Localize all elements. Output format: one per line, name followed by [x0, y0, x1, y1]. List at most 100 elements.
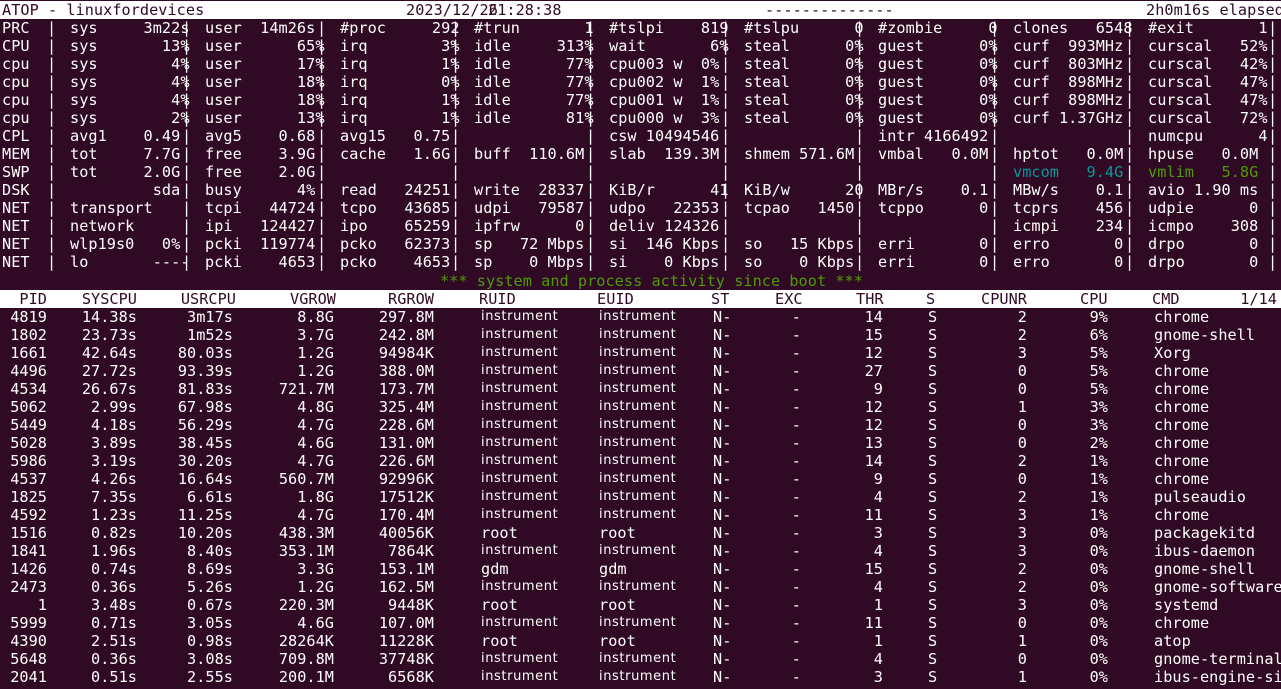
column-header-s[interactable]: S: [926, 290, 935, 308]
cell-cmd: chrome: [1154, 470, 1210, 488]
cell-cpunr: 0: [1017, 416, 1027, 434]
column-header-euid[interactable]: EUID: [597, 290, 634, 308]
cell-ruid: instrument: [481, 327, 559, 342]
column-header-st[interactable]: ST: [711, 290, 729, 308]
cell-ruid: instrument: [481, 507, 559, 522]
stat-cell: pcko 4653: [340, 253, 451, 271]
process-row[interactable]: 4592 1.23s 11.25s 4.7G 170.4M instrument instr…: [0, 506, 1281, 524]
cell-cpu: 3%: [1089, 398, 1108, 416]
cell-pid: 5999: [10, 614, 47, 632]
cell-usrcpu: 56.29s: [177, 416, 233, 434]
stat-cell: curscal 72%: [1148, 109, 1268, 127]
column-separator: |: [317, 163, 327, 181]
process-row[interactable]: 4496 27.72s 93.39s 1.2G 388.0M instrument inst…: [0, 362, 1281, 380]
process-row[interactable]: 5062 2.99s 67.98s 4.8G 325.4M instrument instr…: [0, 398, 1281, 416]
column-header-thr[interactable]: THR: [856, 290, 884, 308]
column-header-ruid[interactable]: RUID: [479, 290, 516, 308]
column-separator: |: [1125, 163, 1135, 181]
column-header-cpunr[interactable]: CPUNR: [981, 290, 1027, 308]
stat-cell: steal 0%: [744, 37, 864, 55]
cell-exc: -: [791, 434, 801, 452]
cell-euid: instrument: [599, 327, 677, 342]
stat-cell: irq 3%: [340, 37, 460, 55]
stat-cell: MBr/s 0.1: [878, 181, 989, 199]
column-header-syscpu[interactable]: SYSCPU: [82, 290, 137, 308]
column-separator: |: [1268, 109, 1278, 127]
cell-syscpu: 3.19s: [91, 452, 137, 470]
process-row[interactable]: 1841 1.96s 8.40s 353.1M 7864K instrument instr…: [0, 542, 1281, 560]
cell-st: N-: [713, 632, 732, 650]
column-separator: |: [1268, 127, 1278, 145]
column-separator: |: [990, 127, 1000, 145]
process-row[interactable]: 1825 7.35s 6.61s 1.8G 17512K instrument instru…: [0, 488, 1281, 506]
column-separator: |: [586, 145, 596, 163]
cell-syscpu: 3.89s: [91, 434, 137, 452]
atop-terminal[interactable]: ATOP - linuxfordevices 2023/12/26 21:28:…: [0, 0, 1281, 689]
column-header-cpu[interactable]: CPU: [1080, 290, 1108, 308]
process-row[interactable]: 5028 3.89s 38.45s 4.6G 131.0M instrument instr…: [0, 434, 1281, 452]
column-header-pid[interactable]: PID: [19, 290, 47, 308]
cell-exc: -: [791, 578, 801, 596]
cell-syscpu: 4.18s: [91, 416, 137, 434]
cell-pid: 2041: [10, 668, 47, 686]
cell-cpunr: 3: [1017, 596, 1027, 614]
cell-rgrow: 107.0M: [378, 614, 434, 632]
process-row[interactable]: 5449 4.18s 56.29s 4.7G 228.6M instrument instr…: [0, 416, 1281, 434]
process-row[interactable]: 5999 0.71s 3.05s 4.6G 107.0M instrument instru…: [0, 614, 1281, 632]
process-row[interactable]: 4819 14.38s 3m17s 8.8G 297.8M instrument instr…: [0, 308, 1281, 326]
column-separator: |: [855, 163, 865, 181]
column-separator: |: [451, 181, 461, 199]
column-header-cmd[interactable]: CMD: [1152, 290, 1180, 308]
cell-euid: gdm: [599, 560, 627, 578]
column-separator: |: [1125, 181, 1135, 199]
cell-usrcpu: 1m52s: [187, 326, 233, 344]
column-separator: |: [990, 181, 1000, 199]
process-row[interactable]: 1516 0.82s 10.20s 438.3M 40056K root root N- - 3 S…: [0, 524, 1281, 542]
column-separator: |: [721, 163, 731, 181]
process-row[interactable]: 5648 0.36s 3.08s 709.8M 37748K instrument inst…: [0, 650, 1281, 668]
cell-pid: 5986: [10, 452, 47, 470]
stat-cell: user 17%: [205, 55, 325, 73]
column-header-usrcpu[interactable]: USRCPU: [181, 290, 236, 308]
column-header-vgrow[interactable]: VGROW: [290, 290, 336, 308]
process-row[interactable]: 2041 0.51s 2.55s 200.1M 6568K instrument instr…: [0, 668, 1281, 686]
process-row[interactable]: 5986 3.19s 30.20s 4.7G 226.6M instrument instr…: [0, 452, 1281, 470]
stat-cell: icmpi 234: [1013, 217, 1124, 235]
cell-exc: -: [791, 344, 801, 362]
stat-cell: erro 0: [1013, 235, 1124, 253]
cell-rgrow: 388.0M: [378, 362, 434, 380]
cell-st: N-: [713, 524, 732, 542]
process-row[interactable]: 2473 0.36s 5.26s 1.2G 162.5M instrument instru…: [0, 578, 1281, 596]
process-row[interactable]: 4534 26.67s 81.83s 721.7M 173.7M instrument in…: [0, 380, 1281, 398]
column-separator: |: [317, 127, 327, 145]
cell-thr: 11: [864, 506, 883, 524]
cell-cmd: chrome: [1154, 380, 1210, 398]
app-title: ATOP - linuxfordevices: [2, 1, 205, 19]
column-separator: |: [1268, 73, 1278, 91]
cell-s: S: [928, 488, 938, 506]
stat-cell: icmpo 308: [1148, 217, 1259, 235]
stat-cell: si 0 Kbps: [609, 253, 720, 271]
cell-vgrow: 4.6G: [297, 614, 334, 632]
process-row[interactable]: 1802 23.73s 1m52s 3.7G 242.8M instrument instr…: [0, 326, 1281, 344]
process-row[interactable]: 4537 4.26s 16.64s 560.7M 92996K instrument ins…: [0, 470, 1281, 488]
cell-usrcpu: 8.69s: [187, 560, 233, 578]
cell-exc: -: [791, 362, 801, 380]
column-separator: |: [586, 163, 596, 181]
cell-vgrow: 721.7M: [278, 380, 334, 398]
cell-exc: -: [791, 596, 801, 614]
column-separator: |: [586, 217, 596, 235]
stat-cell: wait 6%: [609, 37, 729, 55]
process-row[interactable]: 1426 0.74s 8.69s 3.3G 153.1M gdm gdm N- - 15 S 2 0% g…: [0, 560, 1281, 578]
process-row[interactable]: 1661 42.64s 80.03s 1.2G 94984K instrument inst…: [0, 344, 1281, 362]
cell-pid: 1825: [10, 488, 47, 506]
stat-cell: intr 4166492: [878, 127, 989, 145]
stat-label: PRC: [2, 19, 30, 37]
process-row[interactable]: 4390 2.51s 0.98s 28264K 11228K root root N- - 1 S 1…: [0, 632, 1281, 650]
column-separator: |: [721, 109, 731, 127]
column-header-rgrow[interactable]: RGROW: [388, 290, 434, 308]
column-header-exc[interactable]: EXC: [775, 290, 803, 308]
stat-cell: user 18%: [205, 73, 325, 91]
stat-cell: vmbal 0.0M: [878, 145, 989, 163]
process-row[interactable]: 1 3.48s 0.67s 220.3M 9448K root root N- - 1 S 3 0% sy…: [0, 596, 1281, 614]
